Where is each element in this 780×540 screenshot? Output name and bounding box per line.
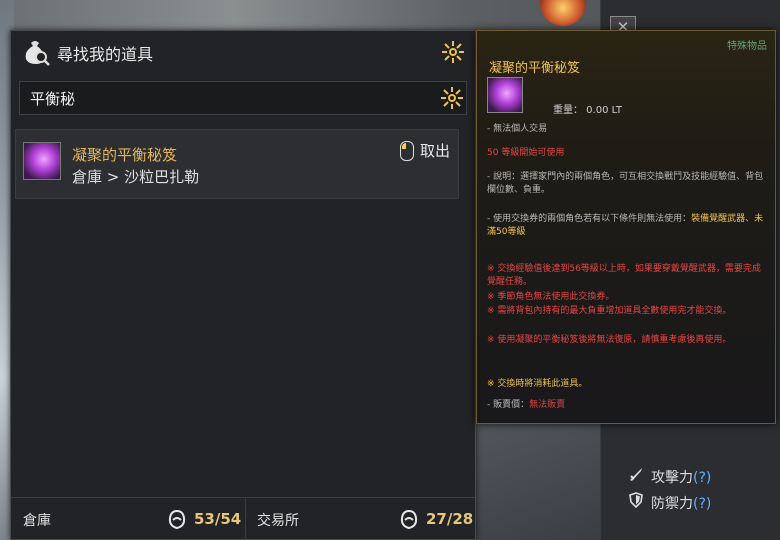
tooltip-consume-note: ※ 交換時將消耗此道具。 bbox=[487, 379, 588, 389]
tooltip-no-trade: - 無法個人交易 bbox=[487, 124, 548, 134]
find-item-window: 尋找我的道具 凝 bbox=[10, 30, 476, 540]
tooltip-description: - 說明：選擇家門內的兩個角色，可互相交換戰鬥及技能經驗值、背包欄位數、負重。 bbox=[487, 172, 764, 195]
result-item-location: 倉庫 > 沙粒巴扎勒 bbox=[72, 168, 200, 186]
storage-label: 倉庫 bbox=[23, 513, 51, 529]
search-input[interactable] bbox=[20, 82, 430, 114]
item-tooltip: 特殊物品 凝聚的平衡秘笈 重量： 0.00 LT - 無法個人交易 50 等級開… bbox=[476, 30, 776, 424]
sell-price-label: - 販賣價： bbox=[487, 400, 530, 410]
attack-stat: 攻擊力(?) bbox=[627, 466, 711, 487]
secret-book-icon bbox=[487, 77, 523, 113]
sell-price-value: 無法販賣 bbox=[529, 400, 566, 410]
tooltip-level-requirement: 50 等級開始可使用 bbox=[487, 148, 565, 158]
sword-icon bbox=[627, 466, 645, 486]
restriction-prefix: - 使用交換券的兩個角色若有以下條件則無法使用： bbox=[487, 214, 692, 224]
window-header[interactable]: 尋找我的道具 bbox=[11, 31, 475, 73]
tooltip-warning: ※ 使用凝聚的平衡秘笈後將無法復原，請慎重考慮後再使用。 bbox=[487, 335, 732, 345]
retrieve-button[interactable]: 取出 bbox=[400, 140, 450, 162]
defense-label: 防禦力 bbox=[651, 496, 693, 512]
storage-count: 53/54 bbox=[194, 510, 242, 528]
mouse-left-click-icon bbox=[400, 140, 414, 161]
secret-book-icon[interactable] bbox=[23, 142, 61, 180]
footer-divider bbox=[245, 498, 246, 540]
tooltip-sell-price: - 販賣價：無法販賣 bbox=[487, 399, 767, 412]
defense-help-button[interactable]: (?) bbox=[693, 496, 711, 512]
result-item-name: 凝聚的平衡秘笈 bbox=[72, 146, 178, 164]
tooltip-restriction: - 使用交換券的兩個角色若有以下條件則無法使用：裝備覺醒武器、未滿50等級 bbox=[487, 213, 767, 239]
search-result-item[interactable]: 凝聚的平衡秘笈 倉庫 > 沙粒巴扎勒 取出 bbox=[15, 129, 459, 199]
window-title: 尋找我的道具 bbox=[57, 45, 154, 64]
attack-label: 攻擊力 bbox=[651, 470, 693, 486]
marketplace-count: 27/28 bbox=[426, 510, 474, 528]
weight-icon bbox=[167, 508, 187, 530]
defense-stat: 防禦力(?) bbox=[627, 492, 711, 513]
search-options-icon[interactable] bbox=[440, 86, 464, 110]
tooltip-weight: 重量： 0.00 LT bbox=[553, 105, 622, 116]
search-box bbox=[19, 81, 467, 115]
shield-icon bbox=[627, 492, 645, 512]
settings-icon[interactable] bbox=[441, 40, 465, 64]
tooltip-warning: ※ 交換經驗值後達到56等級以上時，如果要穿戴覺醒武器，需要完成覺醒任務。 bbox=[487, 264, 761, 287]
window-footer: 倉庫 53/54 交易所 27/28 bbox=[11, 497, 475, 540]
marketplace-label: 交易所 bbox=[257, 513, 299, 529]
retrieve-label: 取出 bbox=[420, 142, 451, 160]
tooltip-warning: ※ 季節角色無法使用此交換券。 bbox=[487, 292, 615, 302]
tooltip-category: 特殊物品 bbox=[727, 41, 767, 52]
tooltip-warning: ※ 需將背包內持有的最大負重增加道具全數使用完才能交換。 bbox=[487, 306, 732, 316]
weight-icon bbox=[399, 508, 419, 530]
background-scene-lower bbox=[474, 420, 604, 540]
tooltip-title: 凝聚的平衡秘笈 bbox=[489, 61, 581, 76]
bag-search-icon bbox=[21, 37, 51, 67]
attack-help-button[interactable]: (?) bbox=[693, 470, 711, 486]
